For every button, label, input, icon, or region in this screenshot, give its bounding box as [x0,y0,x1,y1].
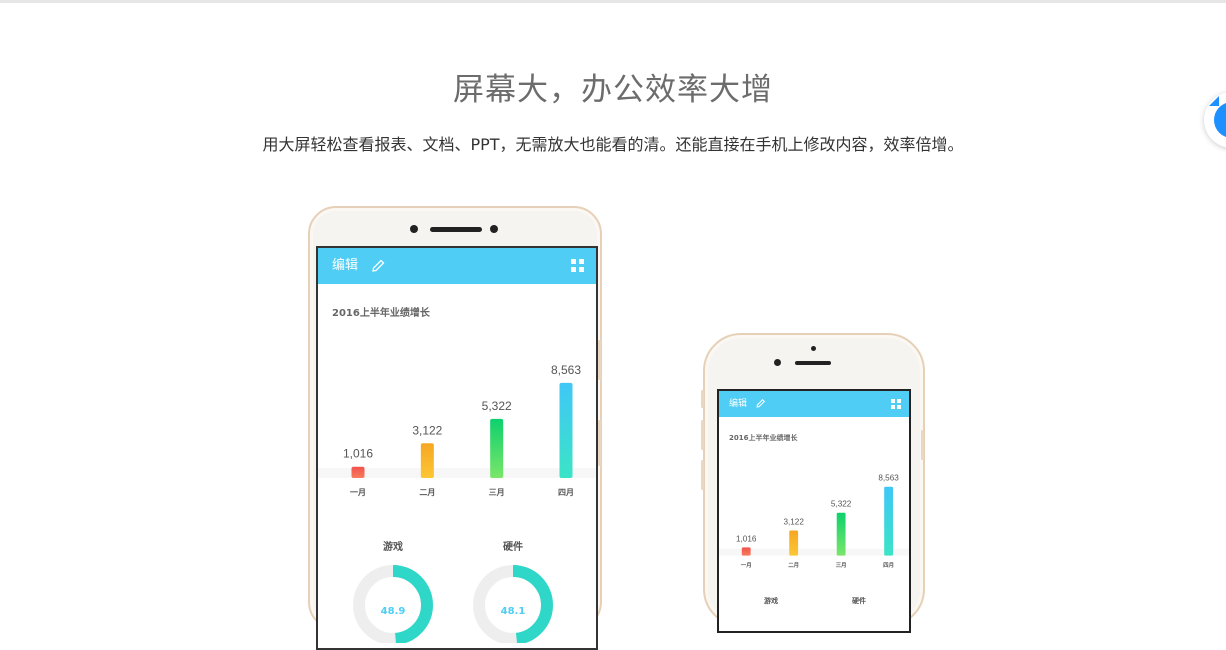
proximity-sensor [490,225,498,233]
bar-0 [741,547,751,556]
bird-beak-icon [1209,96,1219,106]
small-phone-side-key [921,430,924,460]
bar-1 [789,530,799,556]
category-label-0: 一月 [350,488,366,497]
pencil-icon[interactable] [370,258,386,274]
bar-chart: 1,016 一月 3,122 二月 5,322 三月 8,563 四月 [719,474,909,569]
large-phone-side-key-2 [598,420,601,466]
category-label-2: 三月 [836,561,847,569]
small-phone-mockup: 编辑 2016上半年业绩增长 1,016 一月 3,122 二月 5,322 三月 8,56… [703,333,925,633]
proximity-sensor [811,346,816,351]
app-toolbar: 编辑 [719,391,909,417]
grid-icon[interactable] [891,399,901,409]
bar-value-label-0: 1,016 [736,534,757,543]
chart-title: 2016上半年业绩增长 [729,434,798,442]
donut-games: 游戏 [749,596,793,606]
donut-hardware: 硬件 [837,596,881,606]
bar-3 [884,486,894,556]
small-phone-side-key-3 [701,420,704,450]
bar-value-label-0: 1,016 [343,447,373,461]
earpiece-speaker [430,227,482,232]
category-label-1: 二月 [788,561,799,569]
donut-label-hardware: 硬件 [852,597,866,605]
large-phone-screen: 编辑 2016上半年业绩增长 1,016 一月 3,122 二月 5,322 三月 8,56… [316,246,598,650]
donut-chart-games [353,565,433,643]
donut-label-hardware: 硬件 [503,542,523,553]
bar-value-label-1: 3,122 [412,423,442,437]
top-divider [0,0,1226,3]
bar-value-label-1: 3,122 [783,517,804,526]
large-phone-mockup: 编辑 2016上半年业绩增长 1,016 一月 3,122 二月 5,322 三月 8,56… [308,206,602,650]
bar-chart: 1,016 一月 3,122 二月 5,322 三月 8,563 四月 [318,363,596,497]
edit-label[interactable]: 编辑 [332,248,358,284]
app-toolbar: 编辑 [318,248,596,284]
bar-value-label-2: 5,322 [482,399,512,413]
bar-2 [836,512,846,556]
category-label-1: 二月 [419,488,435,497]
chart-title: 2016上半年业绩增长 [332,308,430,319]
bar-value-label-3: 8,563 [878,474,899,483]
edit-label[interactable]: 编辑 [729,391,747,417]
category-label-3: 四月 [883,561,894,569]
small-phone-side-key-2 [701,390,704,408]
pencil-icon[interactable] [755,398,766,409]
bar-0 [351,466,365,478]
bird-icon [1214,102,1226,138]
front-camera [774,359,781,366]
small-phone-screen: 编辑 2016上半年业绩增长 1,016 一月 3,122 二月 5,322 三月 8,56… [717,389,911,633]
bar-2 [490,418,504,478]
large-phone-side-key [598,340,601,380]
bar-value-label-3: 8,563 [551,363,581,377]
donut-row: 游戏 48.9 硬件 48.1 [318,538,596,648]
bar-value-label-2: 5,322 [831,500,852,509]
category-label-2: 三月 [489,488,505,497]
donut-label-games: 游戏 [764,597,778,605]
small-phone-side-key-4 [701,460,704,490]
earpiece-speaker [795,361,831,365]
hero-subtitle: 用大屏轻松查看报表、文档、PPT，无需放大也能看的清。还能直接在手机上修改内容，… [262,135,964,154]
front-camera [410,225,418,233]
donut-label-games: 游戏 [383,542,403,553]
donut-hardware: 硬件 48.1 [468,538,558,643]
donut-chart-hardware [473,565,553,643]
category-label-3: 四月 [558,488,574,497]
donut-row: 游戏 硬件 [719,596,909,631]
bar-3 [559,382,573,478]
donut-games: 游戏 48.9 [348,538,438,643]
bar-1 [420,443,434,478]
grid-icon[interactable] [571,259,584,272]
hero-title: 屏幕大，办公效率大增 [453,72,773,108]
category-label-0: 一月 [741,561,752,569]
